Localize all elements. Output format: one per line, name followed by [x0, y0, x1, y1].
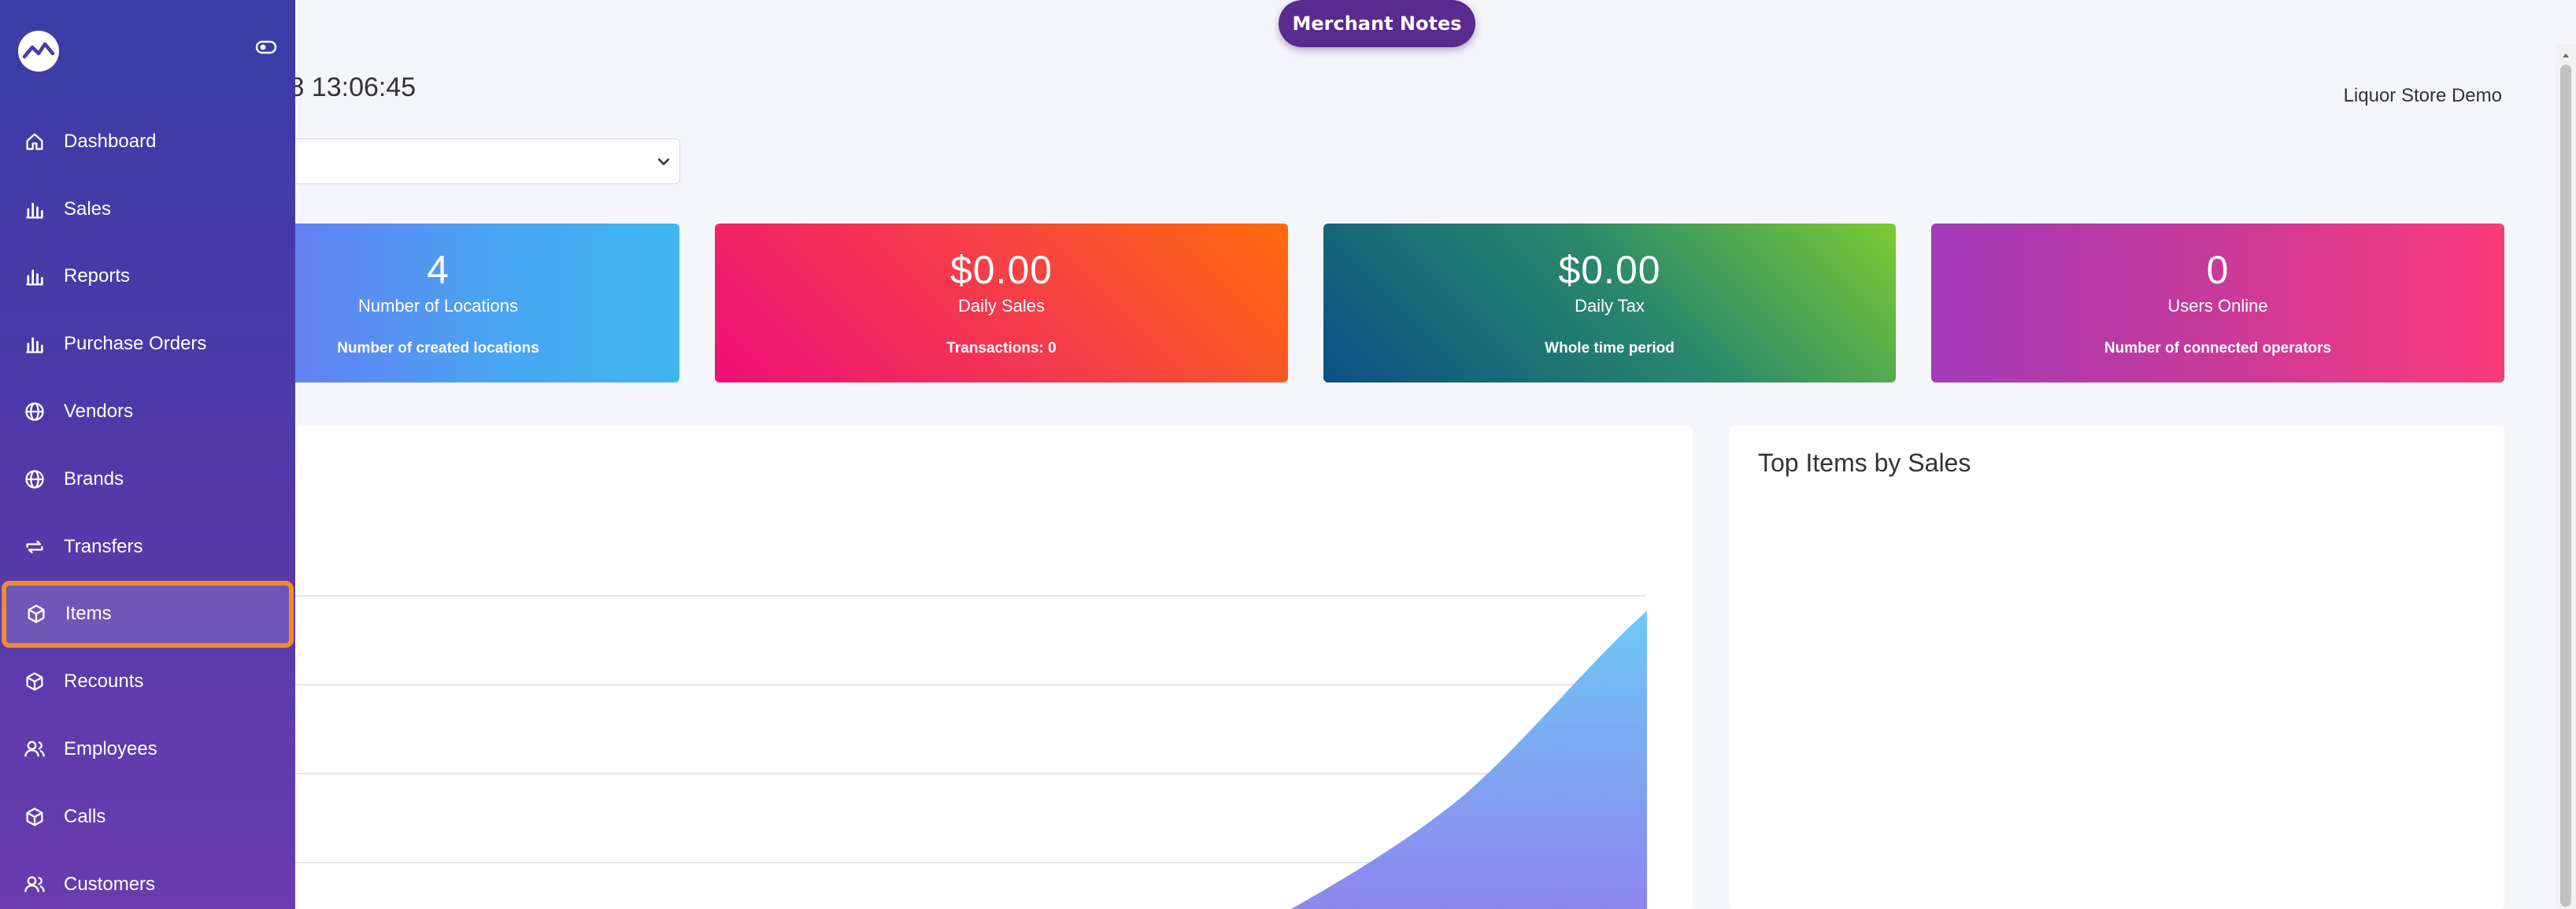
sidebar-item-employees[interactable]: Employees	[0, 715, 295, 783]
sidebar-item-sales[interactable]: Sales	[0, 176, 295, 243]
location-select[interactable]	[236, 139, 680, 184]
bar-chart-icon	[26, 337, 43, 353]
users-icon	[24, 876, 45, 892]
transfer-arrows-icon	[26, 540, 43, 553]
app-logo-icon[interactable]	[17, 30, 60, 72]
card-subtitle: Transactions: 0	[946, 340, 1057, 357]
panel-title: Top Items by Sales	[1758, 449, 1971, 477]
bar-chart-icon	[26, 270, 43, 286]
sidebar-item-label: Sales	[64, 198, 112, 220]
card-subtitle: Number of connected operators	[2104, 340, 2332, 357]
sidebar-item-items[interactable]: Items	[2, 580, 294, 648]
store-name: Liquor Store Demo	[2343, 85, 2502, 106]
sidebar-item-label: Items	[65, 603, 112, 625]
sidebar-item-purchase-orders[interactable]: Purchase Orders	[0, 310, 295, 378]
sidebar-item-reports[interactable]: Reports	[0, 243, 295, 311]
sidebar-item-label: Reports	[64, 265, 131, 287]
sidebar-item-transfers[interactable]: Transfers	[0, 513, 295, 581]
sales-area	[1291, 611, 1647, 909]
sidebar-toggle-icon[interactable]	[255, 38, 277, 57]
card-daily-sales: $0.00 Daily Sales Transactions: 0	[715, 224, 1288, 382]
sidebar-item-label: Calls	[64, 805, 106, 827]
sidebar-item-label: Transfers	[64, 535, 143, 557]
sidebar-item-dashboard[interactable]: Dashboard	[0, 108, 295, 176]
main-content: Merchant Notes nber 8 13:06:45 Liquor St…	[0, 0, 2576, 909]
sidebar-nav: Dashboard Sales Reports Purchase Orders …	[0, 108, 295, 909]
card-value: $0.00	[949, 248, 1053, 292]
scrollbar-thumb[interactable]	[2560, 65, 2571, 907]
globe-icon	[25, 470, 44, 489]
card-subtitle: Whole time period	[1545, 340, 1675, 357]
merchant-notes-button[interactable]: Merchant Notes	[1279, 0, 1475, 47]
sidebar-item-label: Brands	[64, 467, 124, 490]
card-label: Daily Tax	[1575, 296, 1645, 316]
card-label: Users Online	[2167, 296, 2268, 316]
home-icon	[26, 133, 43, 150]
sidebar-item-label: Customers	[64, 873, 156, 895]
sidebar-item-customers[interactable]: Customers	[0, 851, 295, 909]
scroll-up-icon[interactable]	[2560, 50, 2571, 61]
box-icon	[26, 672, 43, 691]
sidebar-item-recounts[interactable]: Recounts	[0, 648, 295, 715]
box-icon	[28, 604, 45, 624]
chevron-down-icon	[657, 158, 670, 165]
top-items-panel: Top Items by Sales	[1730, 425, 2504, 909]
sidebar-item-label: Dashboard	[64, 130, 157, 152]
page-scrollbar[interactable]	[2556, 44, 2576, 909]
card-value: 0	[2206, 248, 2230, 292]
card-daily-tax: $0.00 Daily Tax Whole time period	[1323, 224, 1896, 382]
sidebar-item-vendors[interactable]: Vendors	[0, 378, 295, 445]
bar-chart-icon	[26, 202, 43, 219]
sales-area-chart	[236, 595, 1647, 909]
sales-chart-panel: es	[236, 425, 1693, 909]
sidebar-item-label: Vendors	[64, 401, 134, 423]
sidebar-item-label: Employees	[64, 738, 157, 760]
card-label: Daily Sales	[957, 296, 1046, 316]
sidebar-item-brands[interactable]: Brands	[0, 445, 295, 513]
card-value: $0.00	[1558, 248, 1661, 292]
globe-icon	[25, 402, 44, 421]
sidebar-item-calls[interactable]: Calls	[0, 783, 295, 851]
sidebar-item-label: Purchase Orders	[64, 333, 207, 355]
sidebar: Dashboard Sales Reports Purchase Orders …	[0, 0, 295, 909]
box-icon	[26, 807, 43, 826]
card-users-online: 0 Users Online Number of connected opera…	[1931, 224, 2504, 382]
users-icon	[24, 741, 45, 757]
sidebar-item-label: Recounts	[64, 671, 144, 693]
